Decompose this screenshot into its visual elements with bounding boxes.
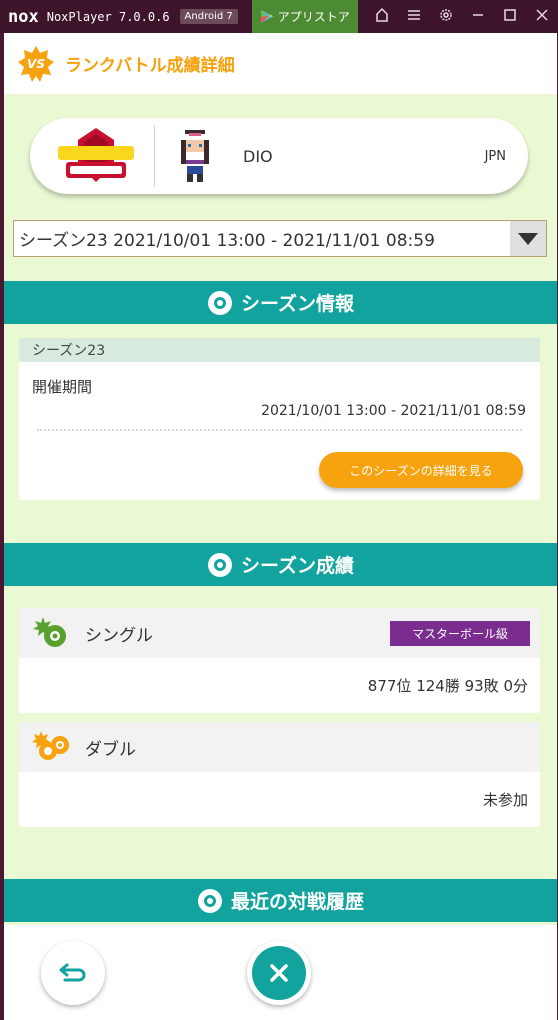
double-result-panel: ダブル 未参加: [19, 722, 540, 827]
single-result-value: 877位 124勝 93敗 0分: [367, 677, 528, 695]
home-icon[interactable]: [366, 7, 398, 27]
close-x-icon: [270, 964, 288, 982]
season-info-section-header: シーズン情報: [4, 281, 557, 324]
rank-badge: マスターボール級: [389, 620, 530, 646]
trainer-avatar: [175, 126, 215, 186]
player-region: JPN: [484, 148, 506, 164]
dropdown-arrow-icon[interactable]: [510, 221, 546, 256]
single-battle-icon: [33, 617, 66, 647]
season-select[interactable]: シーズン23 2021/10/01 13:00 - 2021/11/01 08:…: [13, 220, 547, 257]
app-store-button[interactable]: アプリストア: [251, 0, 358, 33]
page-title: ランクバトル成績詳細: [65, 56, 235, 76]
emulator-version: NoxPlayer 7.0.0.6: [46, 9, 170, 24]
double-label: ダブル: [85, 739, 136, 760]
double-result-header: ダブル: [19, 722, 540, 772]
minimize-icon[interactable]: [462, 7, 494, 27]
double-battle-icon: [32, 731, 69, 760]
android-version-badge: Android 7: [179, 9, 238, 24]
pokemon-shield-logo: [56, 126, 136, 186]
season-results-section-header: シーズン成績: [4, 543, 557, 586]
play-store-icon: [260, 10, 273, 23]
dotted-divider: [37, 429, 522, 431]
bottom-action-bar: [4, 925, 557, 1020]
season-info-title: シーズン情報: [240, 293, 355, 315]
vs-badge-icon: VS: [18, 45, 54, 82]
back-button[interactable]: [41, 941, 105, 1005]
monster-ball-icon: [207, 290, 232, 315]
recent-battles-title: 最近の対戦履歴: [230, 891, 364, 913]
single-result-panel: シングル マスターボール級 877位 124勝 93敗 0分: [19, 608, 540, 713]
app-store-label: アプリストア: [277, 10, 350, 24]
season-select-value: シーズン23 2021/10/01 13:00 - 2021/11/01 08:…: [19, 231, 435, 251]
period-value: 2021/10/01 13:00 - 2021/11/01 08:59: [261, 403, 526, 419]
season-results-title: シーズン成績: [240, 555, 355, 577]
close-icon[interactable]: [526, 7, 558, 27]
emulator-titlebar: nox NoxPlayer 7.0.0.6 Android 7 アプリストア: [0, 0, 558, 33]
back-arrow-icon: [59, 963, 86, 982]
monster-ball-icon: [197, 888, 222, 913]
double-result-value: 未参加: [482, 791, 528, 809]
single-label: シングル: [85, 625, 153, 646]
close-button-inner: [252, 946, 306, 1000]
menu-icon[interactable]: [398, 7, 430, 27]
season-detail-button[interactable]: このシーズンの詳細を見る: [319, 452, 523, 488]
vs-badge-text: VS: [27, 56, 45, 71]
app-screen: VS ランクバトル成績詳細 DIO JPN シーズン23 2021/10/01 …: [4, 33, 557, 1020]
recent-battles-section-header: 最近の対戦履歴: [4, 879, 557, 922]
single-result-header: シングル マスターボール級: [19, 608, 540, 658]
player-name: DIO: [243, 146, 273, 166]
season-name: シーズン23: [19, 338, 540, 362]
season-info-panel: シーズン23 開催期間 2021/10/01 13:00 - 2021/11/0…: [19, 338, 540, 500]
nox-logo: nox: [8, 6, 39, 27]
page-header: VS ランクバトル成績詳細: [4, 33, 557, 94]
period-label: 開催期間: [32, 378, 93, 396]
card-divider: [154, 125, 155, 187]
gear-icon[interactable]: [430, 7, 462, 27]
player-card: DIO JPN: [30, 118, 528, 194]
monster-ball-icon: [207, 552, 232, 577]
maximize-icon[interactable]: [494, 7, 526, 27]
close-button[interactable]: [247, 941, 311, 1005]
